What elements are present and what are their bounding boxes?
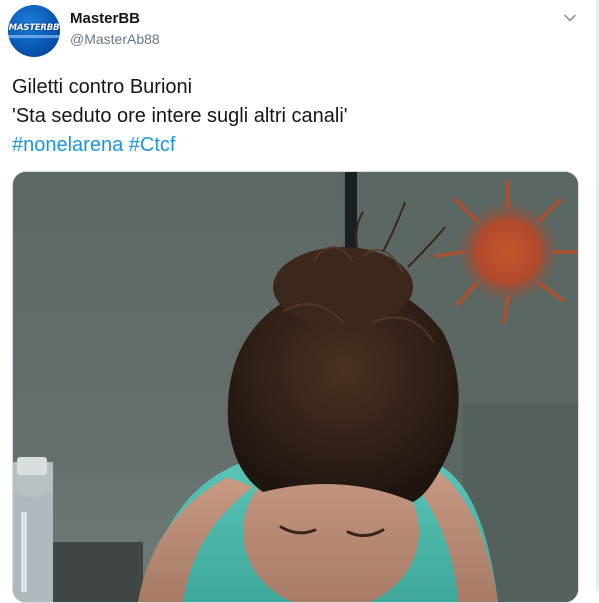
hashtag-link[interactable]: #nonelarena <box>12 134 123 156</box>
display-name[interactable]: MasterBB <box>70 10 140 27</box>
avatar-logo-text: MASTERBB <box>8 23 60 33</box>
gif-frame <box>13 172 578 602</box>
media-gif[interactable] <box>12 171 579 603</box>
tweet-card: MASTERBB MasterBB @MasterAb88 Giletti co… <box>0 0 599 603</box>
tweet-line-2: 'Sta seduto ore intere sugli altri canal… <box>12 105 348 127</box>
tweet-text: Giletti contro Burioni 'Sta seduto ore i… <box>12 73 582 160</box>
avatar[interactable]: MASTERBB <box>8 5 60 57</box>
chevron-down-icon[interactable] <box>562 10 578 26</box>
hashtag-line: #nonelarena #Ctcf <box>12 131 582 160</box>
avatar-stripe <box>8 35 60 38</box>
user-handle[interactable]: @MasterAb88 <box>70 31 160 47</box>
hashtag-link[interactable]: #Ctcf <box>129 134 176 156</box>
tweet-line-1: Giletti contro Burioni <box>12 76 193 98</box>
